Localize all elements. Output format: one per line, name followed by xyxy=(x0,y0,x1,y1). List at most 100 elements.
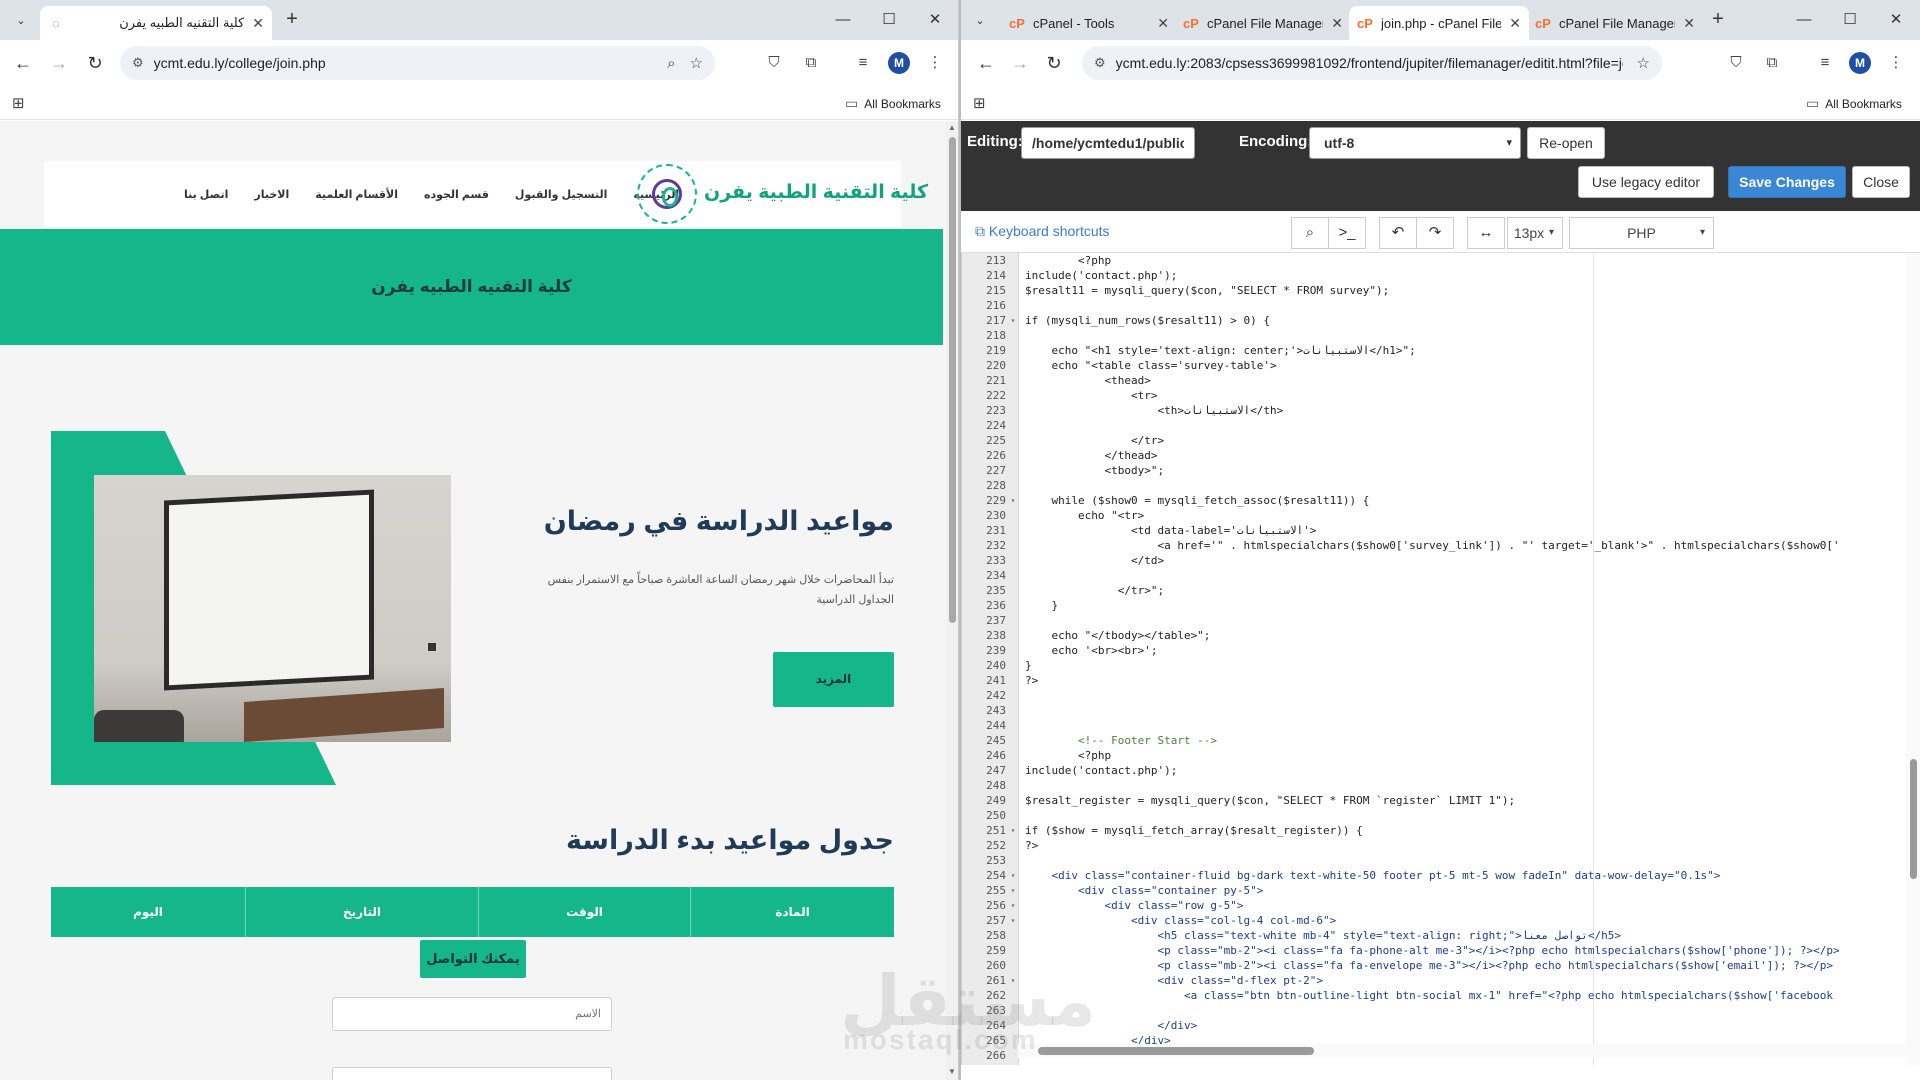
code-line[interactable]: 249 $resalt_register = mysqli_query($con,… xyxy=(962,793,1907,808)
page-scroll-thumb[interactable] xyxy=(949,137,956,623)
close-tab-icon[interactable]: ✕ xyxy=(1157,15,1169,32)
fold-arrow-icon[interactable]: ▾ xyxy=(1008,898,1018,913)
code-line[interactable]: 224 xyxy=(962,418,1907,433)
legacy-editor-button[interactable]: Use legacy editor xyxy=(1578,166,1714,198)
media-controls-icon[interactable]: ≡ xyxy=(1814,52,1836,74)
media-controls-icon[interactable]: ≡ xyxy=(852,52,874,74)
code-vscroll-thumb[interactable] xyxy=(1910,759,1917,879)
reload-button[interactable]: ↻ xyxy=(1041,50,1067,76)
browser-menu-icon[interactable]: ⋮ xyxy=(1885,52,1907,74)
code-line[interactable]: 218 xyxy=(962,328,1907,343)
address-bar[interactable]: ⚙ ycmt.edu.ly/college/join.php ⌕ ☆ xyxy=(120,46,715,80)
close-tab-icon[interactable]: ✕ xyxy=(1683,15,1695,32)
shield-extension-icon[interactable]: ⛉ xyxy=(763,52,785,74)
bookmark-star-icon[interactable]: ☆ xyxy=(690,54,703,72)
code-line[interactable]: 263 xyxy=(962,1003,1907,1018)
tab-cpanel-tools[interactable]: cP cPanel - Tools ✕ xyxy=(1001,6,1177,40)
code-line[interactable]: 228 xyxy=(962,478,1907,493)
code-line[interactable]: 239 echo '<br><br>'; xyxy=(962,643,1907,658)
new-tab-button-right[interactable]: + xyxy=(1706,8,1730,32)
fold-arrow-icon[interactable]: ▾ xyxy=(1008,823,1018,838)
page-scrollbar[interactable]: ▲ ▼ xyxy=(946,121,958,1080)
back-button[interactable]: ← xyxy=(10,50,36,76)
code-line[interactable]: 225 </tr> xyxy=(962,433,1907,448)
code-line[interactable]: 241 ?> xyxy=(962,673,1907,688)
code-line[interactable]: 253 xyxy=(962,853,1907,868)
fold-arrow-icon[interactable]: ▾ xyxy=(1008,868,1018,883)
close-tab-icon[interactable]: ✕ xyxy=(252,15,264,32)
code-line[interactable]: 245 <!-- Footer Start --> xyxy=(962,733,1907,748)
encoding-select[interactable]: utf-8 ▾ xyxy=(1309,127,1521,159)
code-line[interactable]: 254 ▾ <div class="container-fluid bg-dark… xyxy=(962,868,1907,883)
browser-menu-icon[interactable]: ⋮ xyxy=(924,52,946,74)
code-line[interactable]: 242 xyxy=(962,688,1907,703)
site-info-icon[interactable]: ⚙ xyxy=(1094,55,1106,71)
code-line[interactable]: 246 <?php xyxy=(962,748,1907,763)
minimize-button[interactable]: — xyxy=(820,6,866,34)
second-input[interactable] xyxy=(332,1067,612,1080)
code-line[interactable]: 229 ▾ while ($show0 = mysqli_fetch_assoc(… xyxy=(962,493,1907,508)
close-window-button[interactable]: ✕ xyxy=(1873,6,1919,34)
code-line[interactable]: 240} xyxy=(962,658,1907,673)
code-line[interactable]: 252 ?> xyxy=(962,838,1907,853)
zoom-icon[interactable]: ⌕ xyxy=(667,55,675,72)
code-line[interactable]: 264 </div> xyxy=(962,1018,1907,1033)
tab-search-icon[interactable]: ⌄ xyxy=(8,8,34,32)
close-tab-icon[interactable]: ✕ xyxy=(1509,15,1521,32)
code-line[interactable]: 227 <tbody>"; xyxy=(962,463,1907,478)
code-line[interactable]: 237 xyxy=(962,613,1907,628)
close-editor-button[interactable]: Close xyxy=(1852,166,1910,198)
code-line[interactable]: 220 echo "<table class='survey-table'> xyxy=(962,358,1907,373)
all-bookmarks-button[interactable]: ▭ All Bookmarks xyxy=(1806,95,1902,112)
address-bar-right[interactable]: ⚙ ycmt.edu.ly:2083/cpsess3699981092/fron… xyxy=(1082,46,1662,80)
back-button[interactable]: ← xyxy=(973,50,999,76)
profile-avatar[interactable]: M xyxy=(1849,52,1871,74)
code-line[interactable]: 243 xyxy=(962,703,1907,718)
code-line[interactable]: 259 <p class="mb-2"><i class="fa fa-phon… xyxy=(962,943,1907,958)
all-bookmarks-button[interactable]: ▭ All Bookmarks xyxy=(845,95,941,112)
tab-file-manager-1[interactable]: cP cPanel File Manager ✕ xyxy=(1175,6,1351,40)
code-line[interactable]: 226 </thead> xyxy=(962,448,1907,463)
fold-arrow-icon[interactable]: ▾ xyxy=(1008,313,1018,328)
shield-extension-icon[interactable]: ⛉ xyxy=(1725,52,1747,74)
code-line[interactable]: 247 include('contact.php'); xyxy=(962,763,1907,778)
save-changes-button[interactable]: Save Changes xyxy=(1728,166,1846,198)
code-line[interactable]: 219 echo "<h1 style='text-align: center;… xyxy=(962,343,1907,358)
nav-departments[interactable]: الأقسام العلمية xyxy=(315,188,398,201)
fold-arrow-icon[interactable]: ▾ xyxy=(1008,913,1018,928)
search-button[interactable]: ⌕ xyxy=(1291,217,1329,249)
apps-grid-icon[interactable]: ⊞ xyxy=(12,94,25,112)
undo-button[interactable]: ↶ xyxy=(1379,217,1417,249)
code-line[interactable]: 217 ▾ if (mysqli_num_rows($resalt11) > 0) … xyxy=(962,313,1907,328)
code-line[interactable]: 238 echo "</tbody></table>"; xyxy=(962,628,1907,643)
college-logo[interactable] xyxy=(637,164,697,224)
code-line[interactable]: 251 ▾ if ($show = mysqli_fetch_array($resa… xyxy=(962,823,1907,838)
minimize-button[interactable]: — xyxy=(1781,6,1827,34)
nav-quality[interactable]: قسم الجوده xyxy=(424,188,489,201)
reopen-button[interactable]: Re-open xyxy=(1527,127,1605,159)
code-line[interactable]: 222 <tr> xyxy=(962,388,1907,403)
code-vertical-scrollbar[interactable] xyxy=(1906,253,1920,1065)
code-line[interactable]: 213 <?php xyxy=(962,253,1907,268)
fold-arrow-icon[interactable]: ▾ xyxy=(1008,493,1018,508)
new-tab-button[interactable]: + xyxy=(280,8,304,32)
code-line[interactable]: 215 $resalt11 = mysqli_query($con, "SELEC… xyxy=(962,283,1907,298)
apps-grid-icon[interactable]: ⊞ xyxy=(973,94,986,112)
code-line[interactable]: 214 include('contact.php'); xyxy=(962,268,1907,283)
close-window-button[interactable]: ✕ xyxy=(912,6,958,34)
code-line[interactable]: 234 xyxy=(962,568,1907,583)
code-line[interactable]: 223 <th>الاستبيانات</th> xyxy=(962,403,1907,418)
code-line[interactable]: 235 </tr>"; xyxy=(962,583,1907,598)
nav-contact[interactable]: اتصل بنا xyxy=(184,188,228,201)
code-line[interactable]: 248 xyxy=(962,778,1907,793)
tab-college-site[interactable]: ◌ كلية التقنيه الطبيه يفرن ✕ xyxy=(40,6,272,40)
tab-join-php[interactable]: cP join.php - cPanel File Manager ✕ xyxy=(1349,6,1529,40)
code-line[interactable]: 230 echo "<tr> xyxy=(962,508,1907,523)
nav-news[interactable]: الاخبار xyxy=(254,188,289,201)
scroll-up-icon[interactable]: ▲ xyxy=(948,123,956,132)
code-line[interactable]: 244 xyxy=(962,718,1907,733)
code-line[interactable]: 233 </td> xyxy=(962,553,1907,568)
name-input[interactable] xyxy=(332,997,612,1031)
code-line[interactable]: 262 <a class="btn btn-outline-light btn-… xyxy=(962,988,1907,1003)
code-line[interactable]: 236 } xyxy=(962,598,1907,613)
